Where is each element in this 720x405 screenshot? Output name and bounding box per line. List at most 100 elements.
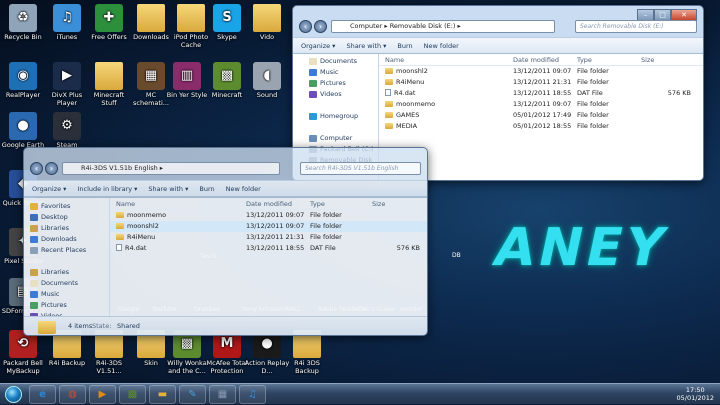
file-size: 576 KB [366,243,424,254]
start-button[interactable] [0,384,26,405]
nav-item[interactable]: Music [309,67,378,78]
folder-icon [95,62,123,90]
file-name-text: R4.dat [125,244,147,252]
taskbar-button[interactable]: ▦ [209,384,236,404]
file-row[interactable]: R4.dat 13/12/2011 18:55 DAT File 576 KB [379,88,703,99]
file-name: R4.dat [379,88,507,99]
column-header-type[interactable]: Type [571,54,635,65]
search-input[interactable]: Search Removable Disk (E:) [575,20,697,33]
desktop-icon[interactable]: ◖ Sound [244,62,290,100]
file-row[interactable]: moonshl2 13/12/2011 09:07 File folder [379,66,703,77]
column-header-name[interactable]: Name [379,54,507,65]
file-row[interactable]: moonmemo 13/12/2011 09:07 File folder [110,210,427,221]
nav-item-icon [30,225,38,232]
column-header-size[interactable]: Size [635,54,695,65]
nav-item[interactable]: Computer [309,133,378,144]
file-row[interactable]: R4iMenu 13/12/2011 21:31 File folder [110,232,427,243]
file-row[interactable]: MEDIA 05/01/2012 18:55 File folder [379,121,703,132]
desktop-icon[interactable]: Minecraft Stuff [86,62,132,107]
nav-item[interactable]: Favorites [30,201,109,212]
file-row[interactable]: R4iMenu 13/12/2011 21:31 File folder [379,77,703,88]
desktop-icon-label: Free Offers [91,33,127,41]
nav-item[interactable]: Pictures [309,78,378,89]
toolbar-button-share-with[interactable]: Share with ▾ [148,185,188,193]
nav-item-icon [30,280,38,287]
toolbar-button-burn[interactable]: Burn [397,42,412,50]
folder-icon [177,4,205,32]
nav-item-icon [30,247,38,254]
file-size [635,66,695,77]
nav-item[interactable]: Desktop [30,212,109,223]
toolbar-button-share-with[interactable]: Share with ▾ [346,42,386,50]
forward-button[interactable]: › [314,20,327,33]
toolbar-button-new-folder[interactable]: New folder [424,42,459,50]
nav-item[interactable]: Videos [309,89,378,100]
taskbar-button[interactable]: ▶ [89,384,116,404]
file-size [366,232,424,243]
folder-icon [116,234,124,240]
file-date: 05/01/2012 18:55 [507,121,571,132]
nav-item[interactable]: Downloads [30,234,109,245]
itunes-taskbar-icon: ♫ [248,388,257,400]
taskbar-button[interactable]: ▩ [119,384,146,404]
column-header-name[interactable]: Name [110,198,240,209]
file-row[interactable]: moonmemo 13/12/2011 09:07 File folder [379,99,703,110]
toolbar-button-include-in-library[interactable]: Include in library ▾ [77,185,137,193]
skype-icon: S [213,4,241,32]
back-button[interactable]: ‹ [299,20,312,33]
file-type-text: File folder [310,233,342,241]
nav-item [30,256,109,267]
address-bar[interactable]: Computer ▸ Removable Disk (E:) ▸ [331,20,555,33]
desktop-icon[interactable]: ✚ Free Offers [86,4,132,42]
nav-item-label: Desktop [41,213,68,221]
taskbar: e ◍ ▶ ▩ ▬ ✎ ▦ ♫ 17:50 05/01/2012 [0,383,720,404]
nav-item [309,100,378,111]
nav-item[interactable]: Homegroup [309,111,378,122]
desktop-icon[interactable]: ⟲ Packard Bell MyBackup [0,330,46,375]
taskbar-button[interactable]: ♫ [239,384,266,404]
column-header-date-modified[interactable]: Date modified [507,54,571,65]
taskbar-button[interactable]: ✎ [179,384,206,404]
file-date-text: 13/12/2011 09:07 [513,100,571,108]
desktop-icon[interactable]: ♻ Recycle Bin [0,4,46,42]
search-input[interactable]: Search R4i-3DS V1.51b English [300,162,421,175]
file-row[interactable]: GAMES 05/01/2012 17:49 File folder [379,110,703,121]
nav-item[interactable]: Pictures [30,300,109,311]
desktop-icon[interactable]: ♫ iTunes [44,4,90,42]
nav-item[interactable]: Music [30,289,109,300]
desktop-icon[interactable]: Vido [244,4,290,42]
desktop-icon[interactable]: R4i 3DS Backup [284,330,330,375]
nav-item[interactable]: Documents [309,56,378,67]
address-bar[interactable]: R4i-3DS V1.51b English ▸ [62,162,280,175]
back-button[interactable]: ‹ [30,162,43,175]
nav-item[interactable]: Recent Places [30,245,109,256]
toolbar-button-organize[interactable]: Organize ▾ [32,185,66,193]
toolbar-button-organize[interactable]: Organize ▾ [301,42,335,50]
nav-item-icon [309,58,317,65]
desktop-icon[interactable]: ● Google Earth [0,112,46,150]
desktop-icon[interactable]: ◉ RealPlayer [0,62,46,100]
nav-item[interactable]: Libraries [30,223,109,234]
file-list: Name Date modified Type Size moonmemo 13/12/2… [110,198,427,316]
forward-button[interactable]: › [45,162,58,175]
nav-item[interactable]: Libraries [30,267,109,278]
command-toolbar: Organize ▾ Share with ▾ Burn New folder [293,37,703,54]
desktop-icon-label: Minecraft Stuff [93,91,125,107]
toolbar-button-burn[interactable]: Burn [199,185,214,193]
explorer-window-r4i[interactable]: ‹ › R4i-3DS V1.51b English ▸ Search R4i-… [23,147,428,336]
desktop-icon[interactable]: ⚙ Steam [44,112,90,150]
file-row[interactable]: R4.dat 13/12/2011 18:55 DAT File 576 KB [110,243,427,254]
desktop-icon[interactable]: ▶ DivX Plus Player [44,62,90,107]
system-clock[interactable]: 17:50 05/01/2012 [677,386,714,402]
desktop-icon[interactable]: R4i-3DS V1.51... [86,330,132,375]
column-header-type[interactable]: Type [304,198,366,209]
column-header-size[interactable]: Size [366,198,424,209]
taskbar-button[interactable]: e [29,384,56,404]
taskbar-button[interactable]: ▬ [149,384,176,404]
nav-item-icon [309,80,317,87]
taskbar-button[interactable]: ◍ [59,384,86,404]
toolbar-button-new-folder[interactable]: New folder [226,185,261,193]
file-row[interactable]: moonshl2 13/12/2011 09:07 File folder [110,221,427,232]
nav-item[interactable]: Documents [30,278,109,289]
column-header-date-modified[interactable]: Date modified [240,198,304,209]
